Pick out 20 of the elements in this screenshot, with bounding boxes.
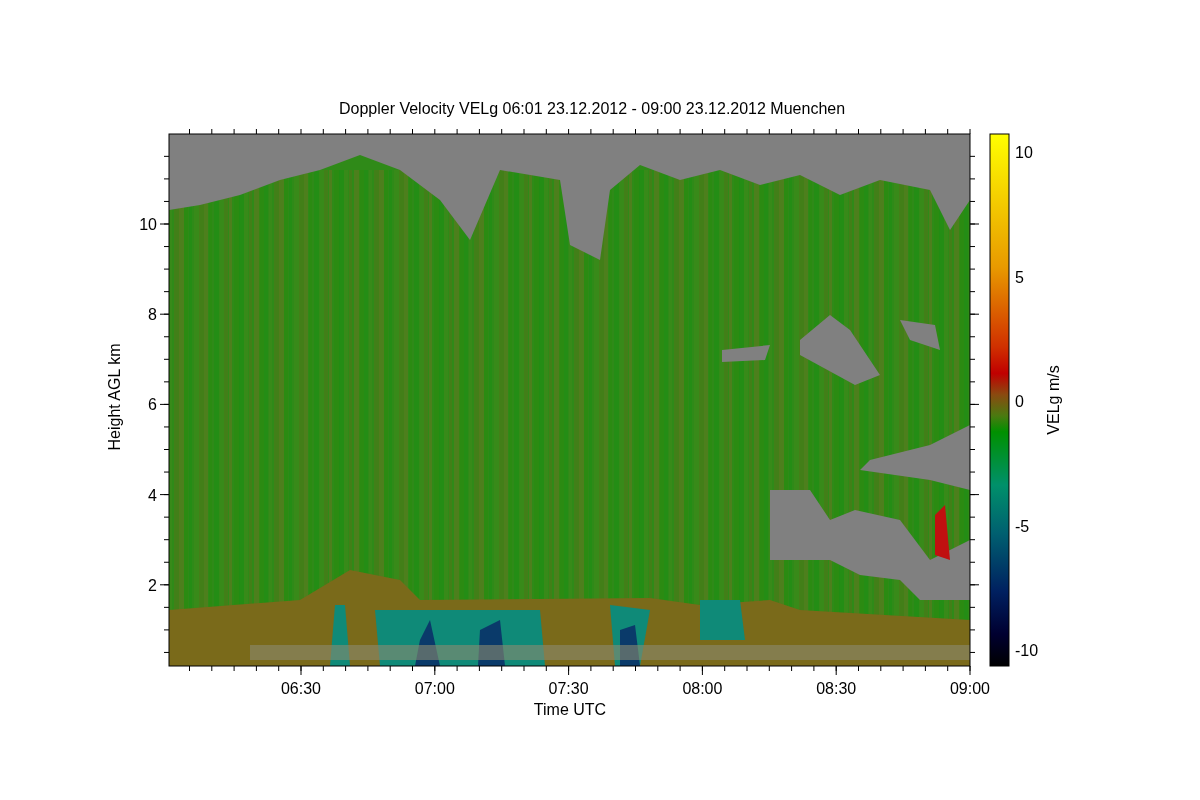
x-axis-label: Time UTC [533,701,607,718]
x-tick-label: 06:30 [281,680,321,697]
x-tick-label: 08:00 [682,680,723,697]
x-tick-label: 08:30 [816,680,857,697]
y-tick-label: 10 [139,216,157,233]
y-tick-label: 2 [148,576,157,594]
plot-title: Doppler Velocity VELg 06:01 23.12.2012 - 09:00 23.12.2012 Muenchen [338,100,846,117]
y-tick-label: 8 [148,306,157,324]
colorbar-tick-label: -5 [1015,517,1030,535]
colorbar-tick-label: 10 [1015,144,1033,161]
x-tick-label: 07:30 [548,680,589,697]
colorbar-tick-label: 0 [1015,393,1024,410]
x-tick-label: 09:00 [950,680,990,697]
colorbar-tick-label: -10 [1015,642,1039,659]
y-tick-label: 6 [148,396,157,414]
colorbar-label: VELg m/s [1045,365,1062,435]
y-axis-label: Height AGL km [106,343,123,451]
x-tick-label: 07:00 [414,680,455,697]
y-tick-label: 4 [148,486,157,504]
colorbar-tick-label: 5 [1015,268,1024,286]
